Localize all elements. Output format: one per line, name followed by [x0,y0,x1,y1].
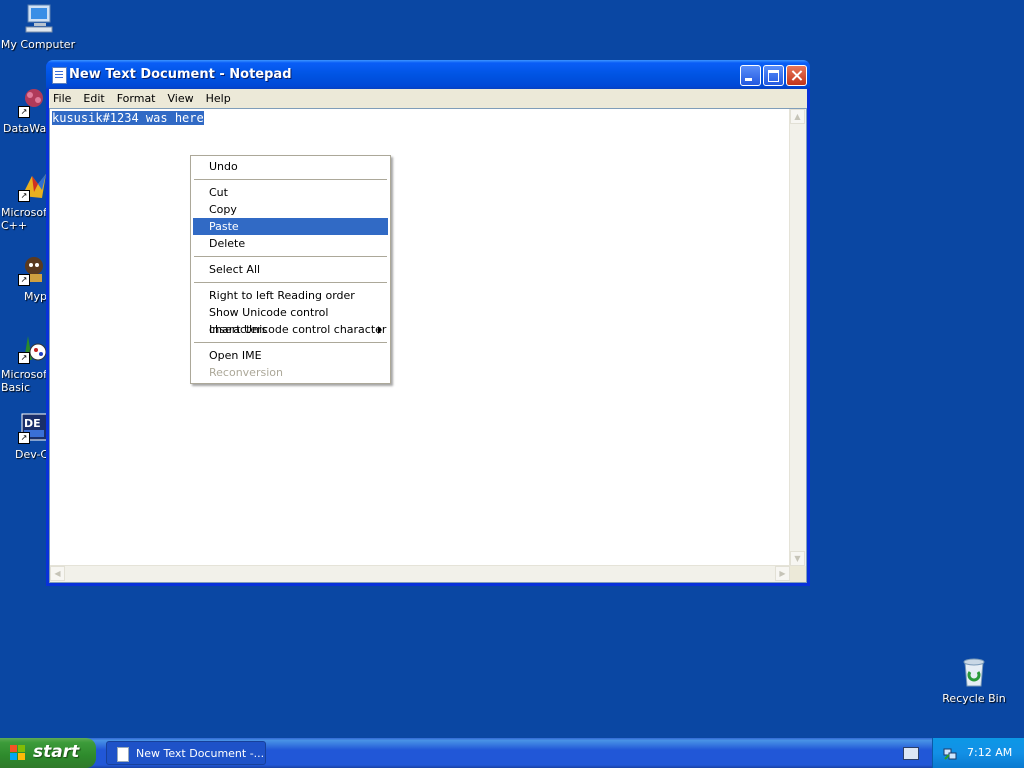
keyboard-icon[interactable] [903,747,919,760]
desktop-icon-label: Recycle Bin [942,692,1006,705]
maximize-button[interactable] [763,65,784,86]
desktop-icon-datawa[interactable]: ↗ DataWa [0,86,50,135]
horizontal-scrollbar[interactable]: ◀ ▶ [50,565,790,582]
taskbar: start New Text Document -... 7:12 AM [0,738,1024,768]
my-computer-icon [22,2,54,34]
menu-item-label: Insert Unicode control character [209,323,387,336]
context-menu: Undo Cut Copy Paste Delete Select All Ri… [190,155,391,384]
selected-text[interactable]: kususik#1234 was here [52,111,204,125]
desktop-icon-label: Microsoft C++ [1,206,52,232]
windows-logo-icon [10,745,26,761]
menu-item-delete[interactable]: Delete [193,235,388,252]
desktop-icon-my-computer[interactable]: My Computer [0,2,76,51]
desktop-icon-recycle-bin[interactable]: Recycle Bin [936,656,1012,705]
menu-format[interactable]: Format [111,89,162,108]
menu-help[interactable]: Help [200,89,237,108]
menu-item-reconversion: Reconversion [209,366,283,379]
shortcut-arrow-icon: ↗ [18,106,30,118]
resize-grip-icon[interactable] [790,566,806,582]
menu-item-cut[interactable]: Cut [193,184,388,201]
recycle-bin-icon [958,656,990,688]
desktop-icon-myp[interactable]: ↗ Myp [0,254,50,303]
submenu-arrow-icon [378,326,382,334]
notepad-icon [117,747,129,762]
start-label: start [33,742,80,762]
scroll-right-icon[interactable]: ▶ [775,566,790,581]
menu-item-open-ime[interactable]: Open IME [193,347,388,364]
menu-item-insert-unicode[interactable]: Insert Unicode control character [193,321,388,338]
shortcut-arrow-icon: ↗ [18,352,30,364]
menu-item-copy[interactable]: Copy [193,201,388,218]
start-button[interactable]: start [0,738,96,768]
window-title: New Text Document - Notepad [69,67,292,82]
svg-text:DE: DE [24,417,41,430]
network-icon[interactable] [943,746,957,760]
menu-separator [194,342,387,343]
system-tray: 7:12 AM [932,738,1024,768]
scroll-up-icon[interactable]: ▲ [790,109,805,124]
desktop-icon-label: My Computer [0,38,76,51]
notepad-icon[interactable] [52,67,67,84]
taskbar-button-label: New Text Document -... [136,747,265,760]
desktop-icon-label: Microsoft Basic [1,368,52,394]
menu-separator [194,282,387,283]
text-editor[interactable]: kususik#1234 was here ▲ ▼ ◀ ▶ [49,108,807,583]
menu-edit[interactable]: Edit [77,89,110,108]
desktop-icon-label: Myp [24,290,47,303]
shortcut-arrow-icon: ↗ [18,432,30,444]
menu-bar: File Edit Format View Help [49,89,807,108]
notepad-window[interactable]: New Text Document - Notepad File Edit Form… [46,60,810,586]
menu-item-rtl-reading-order[interactable]: Right to left Reading order [193,287,388,304]
close-button[interactable] [786,65,807,86]
menu-item-undo[interactable]: Undo [193,158,388,175]
menu-file[interactable]: File [49,89,77,108]
title-bar[interactable]: New Text Document - Notepad [46,60,810,89]
menu-item-paste[interactable]: Paste [193,218,388,235]
menu-view[interactable]: View [162,89,200,108]
editor-content[interactable]: kususik#1234 was here [52,111,204,126]
shortcut-arrow-icon: ↗ [18,274,30,286]
taskbar-button-notepad[interactable]: New Text Document -... [106,741,266,765]
scroll-down-icon[interactable]: ▼ [790,551,805,566]
minimize-button[interactable] [740,65,761,86]
menu-item-show-unicode[interactable]: Show Unicode control characters [193,304,388,336]
menu-separator [194,179,387,180]
desktop-icon-label: DataWa [3,122,47,135]
menu-item-select-all[interactable]: Select All [193,261,388,278]
vertical-scrollbar[interactable]: ▲ ▼ [789,109,806,566]
clock[interactable]: 7:12 AM [967,746,1012,759]
shortcut-arrow-icon: ↗ [18,190,30,202]
menu-separator [194,256,387,257]
scroll-left-icon[interactable]: ◀ [50,566,65,581]
